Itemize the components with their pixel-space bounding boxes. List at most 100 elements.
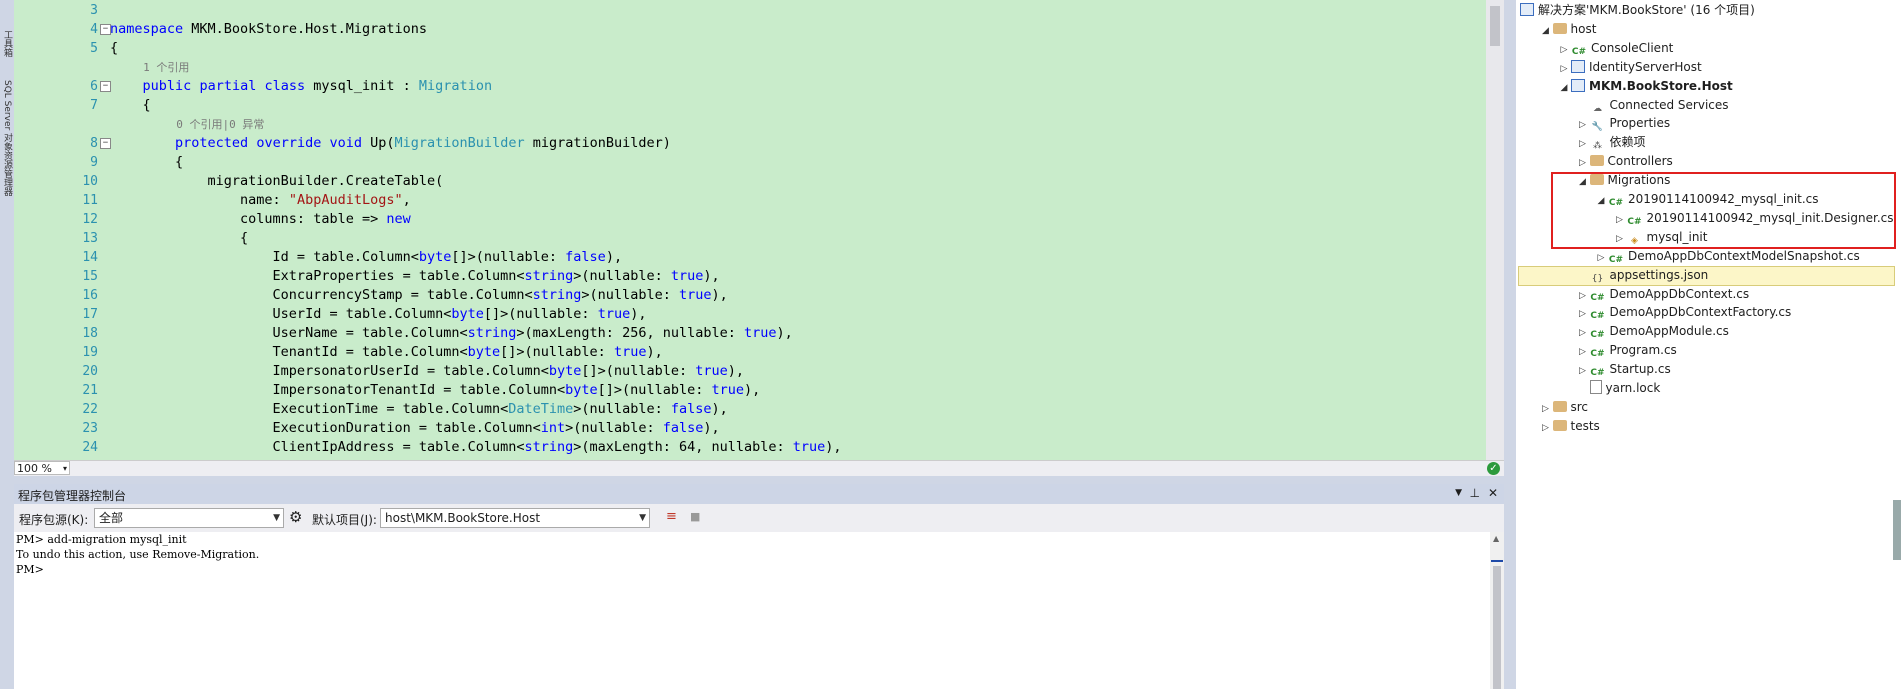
- tree-item[interactable]: ▷ C# ConsoleClient: [1557, 39, 1674, 59]
- default-project-value: host\MKM.BookStore.Host: [385, 511, 541, 525]
- code-line: ImpersonatorTenantId = table.Column<byte…: [110, 382, 761, 398]
- editor-vertical-scrollbar[interactable]: [1486, 0, 1504, 460]
- panel-separator: [14, 476, 1504, 484]
- package-source-label: 程序包源(K):: [19, 513, 89, 527]
- collapsed-arrow-icon[interactable]: ▷: [1576, 135, 1590, 153]
- line-number: 4: [90, 22, 98, 37]
- scroll-up-icon[interactable]: ▲: [1493, 534, 1499, 543]
- tree-item[interactable]: ▷ src: [1539, 398, 1588, 418]
- line-number: 14: [82, 250, 98, 265]
- tree-item[interactable]: 解决方案'MKM.BookStore' (16 个项目): [1520, 1, 1755, 19]
- code-line: columns: table => new: [110, 211, 411, 227]
- line-number: 20: [82, 364, 98, 379]
- sql-server-explorer-tab[interactable]: SQL Server 对象资源管理器: [1, 80, 12, 196]
- collapsed-arrow-icon[interactable]: ▷: [1576, 116, 1590, 134]
- code-line: namespace MKM.BookStore.Host.Migrations: [110, 21, 427, 37]
- collapsed-arrow-icon[interactable]: ▷: [1576, 305, 1590, 323]
- scroll-thumb[interactable]: [1493, 566, 1501, 689]
- tree-item-label: DemoAppModule.cs: [1609, 324, 1729, 339]
- tree-item[interactable]: ▷ ⁂ 依赖项: [1576, 133, 1646, 153]
- codelens-hint[interactable]: 1 个引用: [110, 58, 189, 77]
- csharp-file-icon: C#: [1590, 349, 1605, 360]
- tree-item[interactable]: ▷ Controllers: [1576, 152, 1673, 170]
- console-line: PM>: [16, 563, 44, 576]
- line-number: 3: [90, 3, 98, 18]
- folder-icon: [1552, 419, 1567, 431]
- solution-icon: [1520, 3, 1534, 16]
- collapsed-arrow-icon[interactable]: ▷: [1539, 419, 1553, 437]
- collapsed-arrow-icon[interactable]: ▷: [1576, 287, 1590, 305]
- line-number: 6: [90, 79, 98, 94]
- code-line: UserName = table.Column<string>(maxLengt…: [110, 325, 793, 341]
- right-edge-handle[interactable]: [1893, 500, 1901, 560]
- tree-item[interactable]: ▷ C# DemoAppDbContextFactory.cs: [1576, 303, 1792, 323]
- toolbox-tab[interactable]: 工具箱: [1, 30, 12, 57]
- code-line: ExecutionTime = table.Column<DateTime>(n…: [110, 401, 728, 417]
- collapsed-arrow-icon[interactable]: ▷: [1557, 60, 1571, 78]
- expanded-arrow-icon[interactable]: ◢: [1557, 79, 1571, 97]
- folder-icon: [1552, 400, 1567, 412]
- collapsed-arrow-icon[interactable]: ▷: [1576, 343, 1590, 361]
- tree-item[interactable]: ▷ 🔧 Properties: [1576, 114, 1671, 134]
- tree-item[interactable]: yarn.lock: [1576, 379, 1661, 397]
- panel-splitter[interactable]: [1504, 0, 1516, 689]
- chevron-down-icon: ▾: [62, 464, 67, 473]
- code-line: Id = table.Column<byte[]>(nullable: fals…: [110, 249, 623, 265]
- wrench-icon: 🔧: [1591, 122, 1604, 133]
- tree-item-label: yarn.lock: [1605, 381, 1661, 395]
- tree-item[interactable]: ▷ C# DemoAppDbContext.cs: [1576, 285, 1749, 305]
- tree-item-label: Controllers: [1607, 154, 1673, 169]
- package-source-value: 全部: [99, 511, 124, 525]
- zoom-level-select[interactable]: 100 % ▾: [14, 461, 70, 475]
- collapsed-arrow-icon[interactable]: ▷: [1557, 41, 1571, 59]
- collapsed-arrow-icon[interactable]: ▷: [1576, 362, 1590, 380]
- close-icon[interactable]: ✕: [1488, 486, 1498, 500]
- tree-item[interactable]: ▷ C# DemoAppDbContextModelSnapshot.cs: [1594, 247, 1860, 265]
- tree-item-label: MKM.BookStore.Host: [1589, 78, 1733, 93]
- line-number: 5: [90, 41, 98, 56]
- tree-item[interactable]: ◢ host: [1539, 20, 1596, 40]
- left-tool-strip: 工具箱 SQL Server 对象资源管理器: [0, 0, 15, 689]
- connected-services-icon: ☁: [1593, 103, 1602, 114]
- chevron-down-icon: ▼: [639, 513, 646, 523]
- console-line: To undo this action, use Remove-Migratio…: [16, 548, 260, 561]
- line-number: 7: [90, 98, 98, 113]
- tree-item[interactable]: ▷ C# Startup.cs: [1576, 360, 1671, 378]
- tree-item[interactable]: ▷ C# DemoAppModule.cs: [1576, 322, 1729, 340]
- tree-item-label: 依赖项: [1609, 135, 1646, 150]
- console-vertical-scrollbar[interactable]: ▲: [1490, 532, 1504, 689]
- line-number-gutter: 3 4 5 6 7 8 9 10 11 12 13 14 15 16 17 18 19 20 21 22 23 24: [14, 0, 98, 460]
- stop-icon[interactable]: ■: [690, 510, 700, 523]
- tree-item[interactable]: ◢ MKM.BookStore.Host: [1557, 77, 1733, 95]
- collapsed-arrow-icon[interactable]: ▷: [1539, 400, 1553, 418]
- project-icon: [1571, 59, 1585, 73]
- pin-icon[interactable]: ⊥: [1470, 486, 1480, 500]
- no-issues-check-icon[interactable]: ✓: [1487, 462, 1500, 475]
- code-line: {: [110, 97, 151, 113]
- tree-item[interactable]: {} appsettings.json: [1576, 266, 1709, 284]
- collapsed-arrow-icon[interactable]: ▷: [1576, 154, 1590, 172]
- codelens-hint[interactable]: 0 个引用|0 异常: [110, 115, 264, 134]
- code-line: {: [110, 230, 249, 246]
- tree-item[interactable]: ▷ C# Program.cs: [1576, 341, 1677, 359]
- settings-gear-icon[interactable]: ⚙: [289, 508, 302, 526]
- package-source-select[interactable]: 全部 ▼: [94, 508, 284, 528]
- csharp-file-icon: C#: [1590, 292, 1605, 303]
- code-line: ExtraProperties = table.Column<string>(n…: [110, 268, 720, 284]
- collapsed-arrow-icon[interactable]: ▷: [1594, 249, 1608, 267]
- tree-item-label: Properties: [1609, 116, 1671, 131]
- tree-item-label: DemoAppDbContextFactory.cs: [1609, 305, 1792, 320]
- collapsed-arrow-icon[interactable]: ▷: [1576, 324, 1590, 342]
- tree-item[interactable]: ▷ IdentityServerHost: [1557, 58, 1702, 76]
- scroll-thumb[interactable]: [1490, 6, 1500, 46]
- line-number: 12: [82, 212, 98, 227]
- line-number: 13: [82, 231, 98, 246]
- code-editor[interactable]: 3 4 5 6 7 8 9 10 11 12 13 14 15 16 17 18 19 20 21 22 23 24 − n…: [14, 0, 1486, 460]
- package-manager-console-output[interactable]: PM> add-migration mysql_init To undo thi…: [14, 532, 1490, 689]
- tree-item[interactable]: ☁ Connected Services: [1576, 96, 1729, 114]
- clear-console-icon[interactable]: ≡: [666, 509, 677, 524]
- tree-item[interactable]: ▷ tests: [1539, 417, 1600, 435]
- expanded-arrow-icon[interactable]: ◢: [1539, 22, 1553, 40]
- window-menu-icon[interactable]: ▼: [1455, 488, 1462, 498]
- default-project-select[interactable]: host\MKM.BookStore.Host ▼: [380, 508, 650, 528]
